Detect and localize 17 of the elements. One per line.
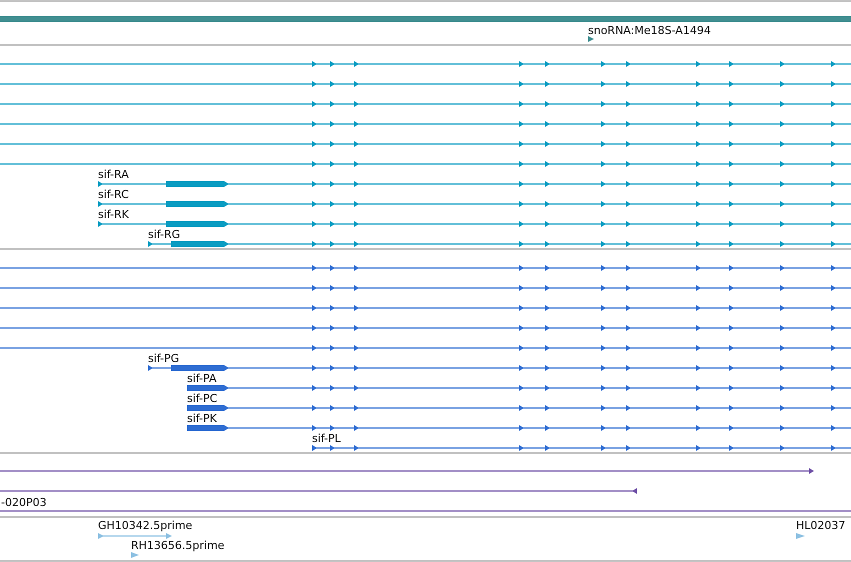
transcript-label: sif-RC [98, 188, 129, 201]
gene-label: snoRNA:Me18S-A1494 [588, 24, 711, 37]
transcript-label: sif-RA [98, 168, 129, 181]
transcript-label: sif-RG [148, 228, 180, 241]
protein-label: sif-PC [187, 392, 218, 405]
est-label: GH10342.5prime [98, 519, 192, 532]
est-marker [131, 552, 139, 558]
protein-label: sif-PA [187, 372, 216, 385]
est-label: RH13656.5prime [131, 539, 224, 552]
transcript-label: sif-RK [98, 208, 129, 221]
est-marker [796, 533, 805, 539]
est-label: HL02037 [796, 519, 846, 532]
protein-label: sif-PK [187, 412, 217, 425]
protein-label: sif-PL [312, 432, 341, 445]
protein-label: sif-PG [148, 352, 180, 365]
feature-marker [588, 36, 594, 42]
clone-label: -020P03 [1, 496, 47, 509]
